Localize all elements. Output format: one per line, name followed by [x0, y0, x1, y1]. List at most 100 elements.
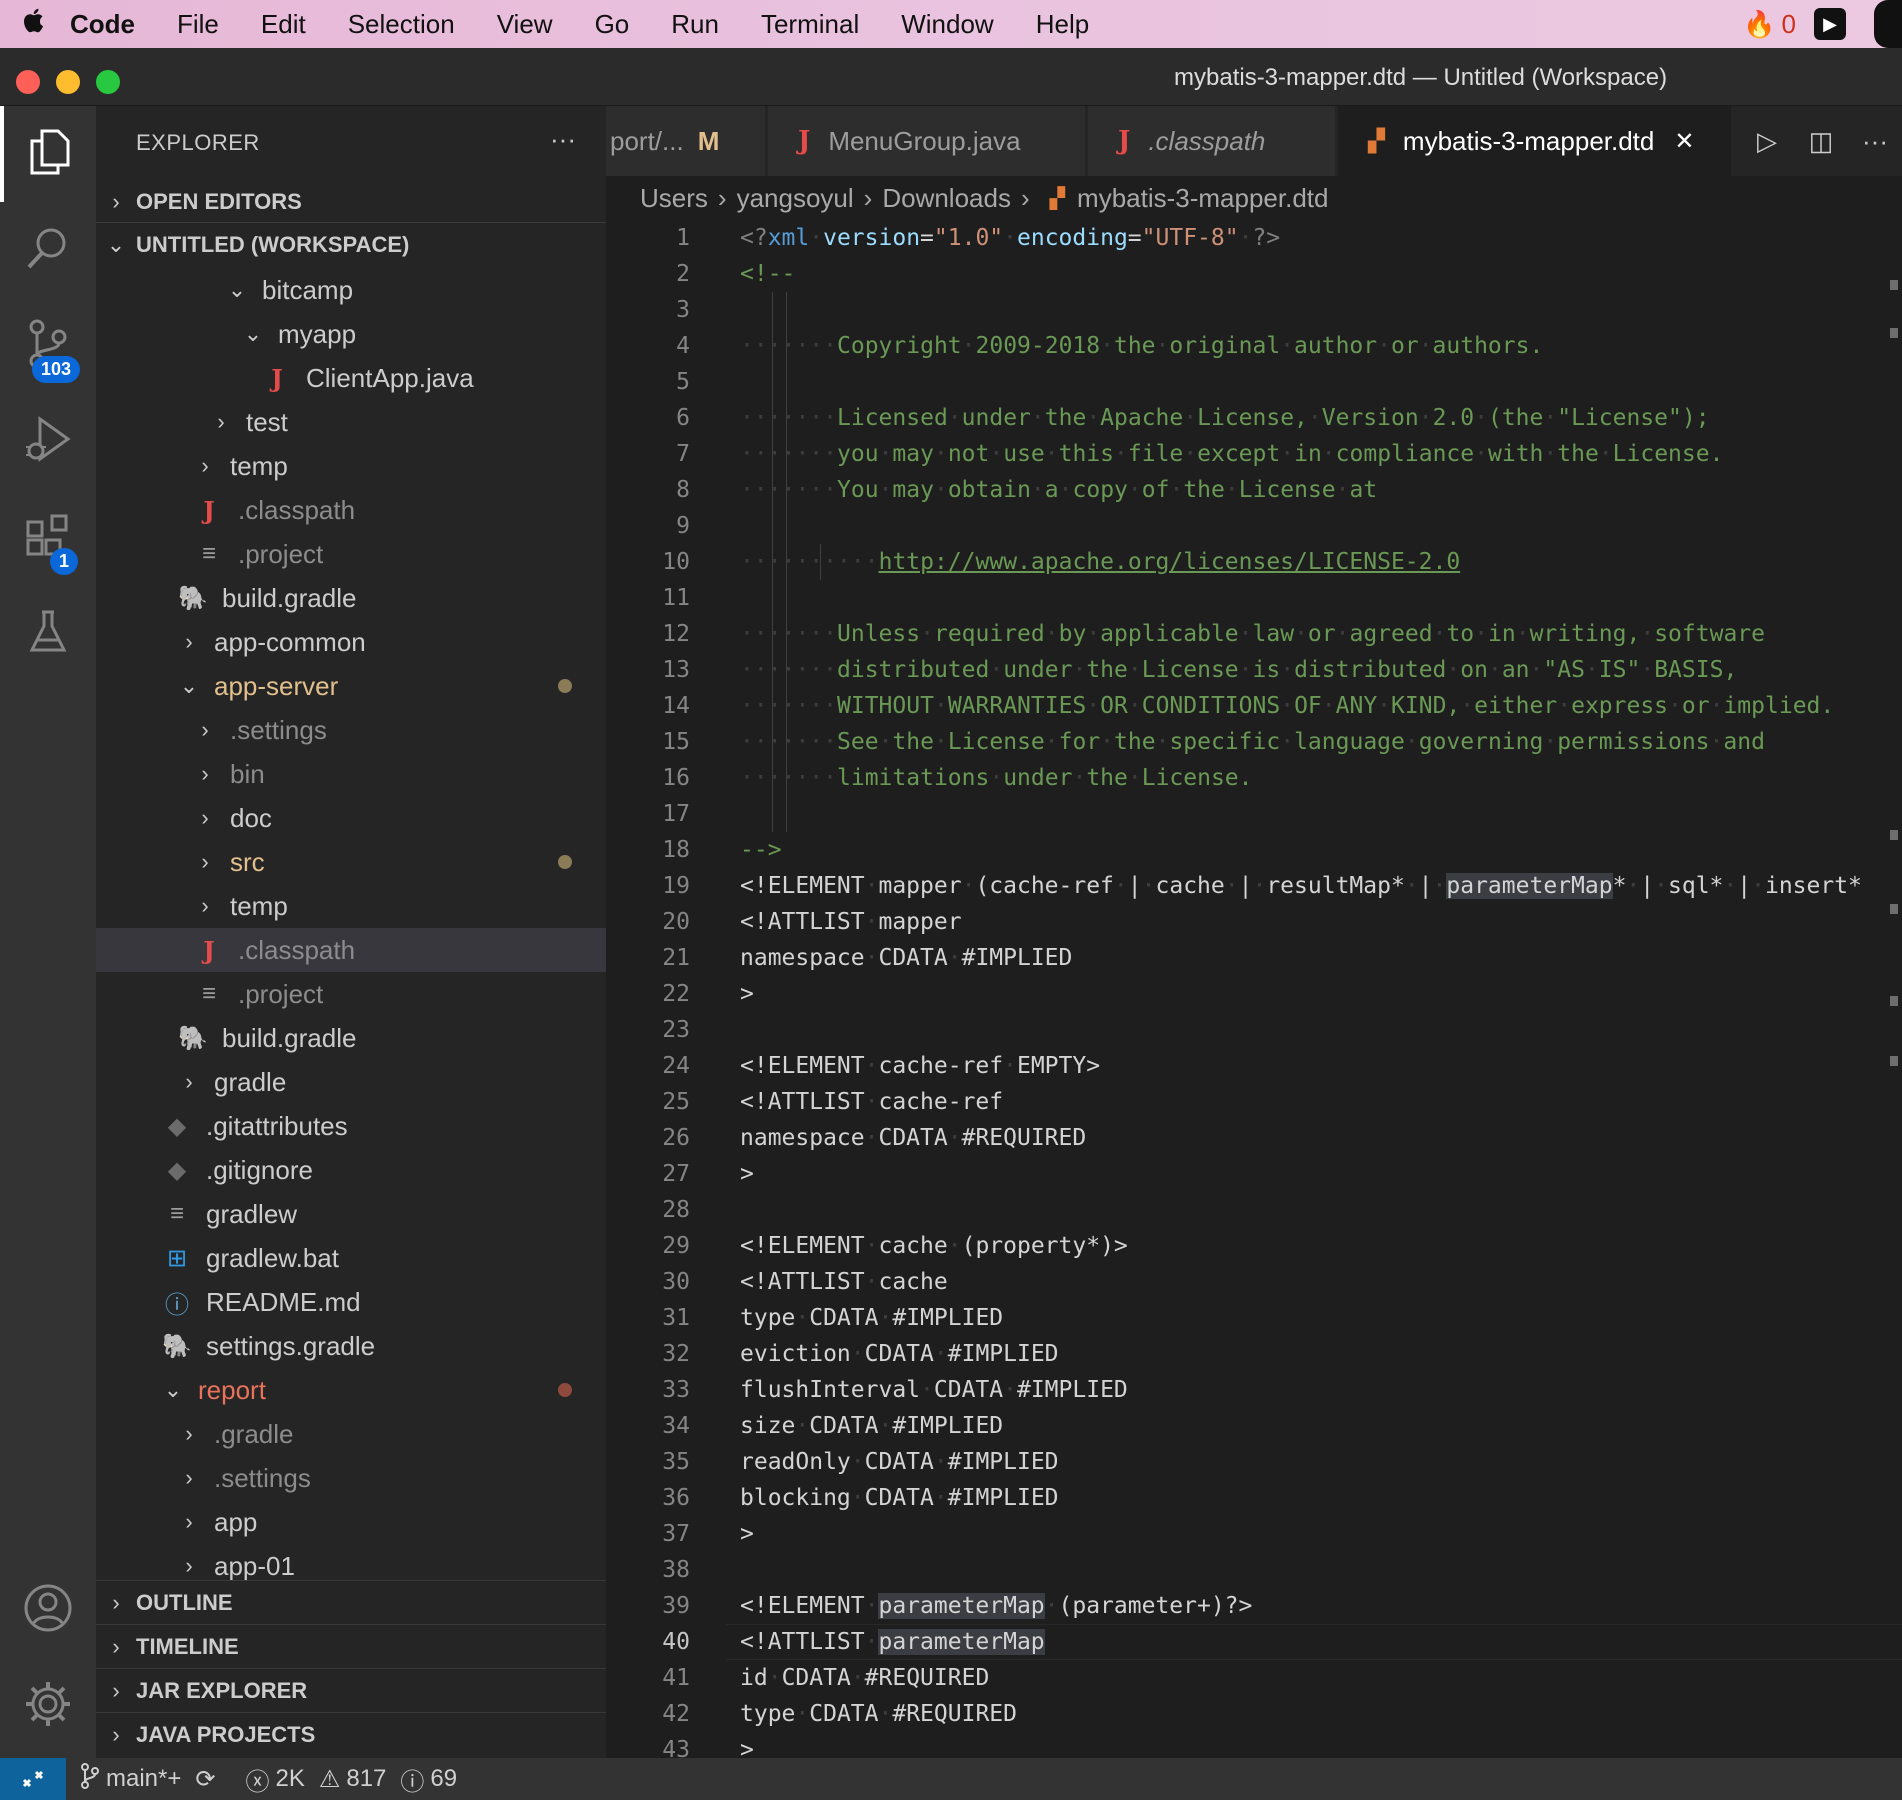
tab-menugroup-java[interactable]: J MenuGroup.java [768, 106, 1086, 176]
tree-item-label: .project [238, 978, 324, 1009]
tree-item[interactable]: ⊞ gradlew.bat [96, 1236, 606, 1280]
tree-item[interactable]: › src [96, 840, 606, 884]
chevron-right-icon: › [201, 893, 209, 918]
run-icon[interactable]: ▷ [1740, 126, 1794, 157]
chevron-right-icon: › [112, 1589, 120, 1615]
tree-item[interactable]: ⌄ report [96, 1368, 606, 1412]
tree-item[interactable]: ≡ .project [96, 972, 606, 1016]
tree-item[interactable]: › temp [96, 884, 606, 928]
tree-item-label: .settings [230, 714, 327, 745]
tab-mybatis-dtd[interactable]: ▞ mybatis-3-mapper.dtd ✕ [1338, 106, 1732, 176]
code-line: ··········http://www.apache.org/licenses… [740, 549, 1461, 575]
code-line: flushInterval·CDATA·#IMPLIED [740, 1377, 1128, 1403]
tree-item[interactable]: › .gradle [96, 1412, 606, 1456]
tree-item[interactable]: › .settings [96, 1456, 606, 1500]
menubar-extra-icon[interactable] [1874, 0, 1902, 48]
code-line: ·······You·may·obtain·a·copy·of·the·Lice… [740, 477, 1378, 503]
line-number: 34 [662, 1413, 690, 1439]
gradle-file-icon: 🐘 [178, 1024, 208, 1052]
tree-item[interactable]: J ClientApp.java [96, 356, 606, 400]
menu-selection[interactable]: Selection [348, 9, 455, 40]
code-line: ·······See·the·License·for·the·specific·… [740, 729, 1765, 755]
info-count[interactable]: 69 [430, 1765, 457, 1793]
tree-item[interactable]: › temp [96, 444, 606, 488]
split-editor-icon[interactable]: ◫ [1794, 126, 1848, 157]
line-number: 7 [676, 441, 690, 467]
gradle-file-icon: 🐘 [178, 584, 208, 612]
more-actions-icon[interactable]: ··· [1848, 126, 1902, 157]
tree-item[interactable]: ⌄ bitcamp [96, 268, 606, 312]
menu-window[interactable]: Window [901, 9, 993, 40]
tree-item[interactable]: ⌄ app-server [96, 664, 606, 708]
menu-help[interactable]: Help [1036, 9, 1089, 40]
breadcrumb-item[interactable]: mybatis-3-mapper.dtd [1077, 183, 1328, 214]
play-status-icon[interactable]: ▶ [1814, 8, 1846, 40]
tree-item[interactable]: ⓘ README.md [96, 1280, 606, 1324]
breadcrumb-item[interactable]: Users [640, 183, 708, 214]
tree-item[interactable]: › app-common [96, 620, 606, 664]
tree-item[interactable]: ◆ .gitignore [96, 1148, 606, 1192]
zoom-window-button[interactable] [96, 70, 120, 94]
close-window-button[interactable] [16, 70, 40, 94]
tree-item[interactable]: › gradle [96, 1060, 606, 1104]
tree-item[interactable]: J .classpath [96, 928, 606, 972]
gear-icon [23, 1679, 73, 1734]
minimize-window-button[interactable] [56, 70, 80, 94]
breadcrumb-item[interactable]: Downloads [882, 183, 1011, 214]
testing-activity[interactable] [0, 586, 96, 682]
extensions-activity[interactable]: 1 [0, 490, 96, 586]
outline-section[interactable]: › OUTLINE [96, 1580, 606, 1624]
manage-activity[interactable] [0, 1658, 96, 1754]
menu-view[interactable]: View [497, 9, 553, 40]
open-editors-section[interactable]: › OPEN EDITORS [96, 180, 606, 224]
tree-item[interactable]: › test [96, 400, 606, 444]
code-line: readOnly·CDATA·#IMPLIED [740, 1449, 1059, 1475]
source-control-activity[interactable]: 103 [0, 298, 96, 394]
tree-item[interactable]: ≡ .project [96, 532, 606, 576]
tree-item[interactable]: › .settings [96, 708, 606, 752]
run-debug-activity[interactable] [0, 394, 96, 490]
error-count[interactable]: 2K [275, 1765, 304, 1793]
sync-icon[interactable]: ⟳ [195, 1765, 215, 1794]
java-projects-section[interactable]: › JAVA PROJECTS [96, 1712, 606, 1756]
java-file-icon: J [203, 495, 215, 525]
accounts-activity[interactable] [0, 1562, 96, 1658]
tree-item[interactable]: › bin [96, 752, 606, 796]
branch-name[interactable]: main*+ [106, 1765, 181, 1793]
line-number: 2 [676, 261, 690, 287]
tree-item[interactable]: 🐘 build.gradle [96, 576, 606, 620]
tree-item[interactable]: ◆ .gitattributes [96, 1104, 606, 1148]
menu-file[interactable]: File [177, 9, 219, 40]
app-menu[interactable]: Code [70, 9, 135, 40]
chevron-down-icon: ⌄ [106, 231, 126, 257]
close-tab-button[interactable]: ✕ [1674, 127, 1694, 156]
tab-report[interactable]: port/... M [606, 106, 766, 176]
menu-edit[interactable]: Edit [261, 9, 306, 40]
tree-item[interactable]: › doc [96, 796, 606, 840]
tab-classpath[interactable]: J .classpath [1088, 106, 1336, 176]
jar-explorer-section[interactable]: › JAR EXPLORER [96, 1668, 606, 1712]
tree-item[interactable]: › app [96, 1500, 606, 1544]
tree-item[interactable]: 🐘 settings.gradle [96, 1324, 606, 1368]
timeline-section[interactable]: › TIMELINE [96, 1624, 606, 1668]
search-activity[interactable] [0, 202, 96, 298]
explorer-more-button[interactable]: ··· [550, 124, 576, 155]
tree-item[interactable]: J .classpath [96, 488, 606, 532]
tree-item-label: test [246, 406, 288, 437]
line-number: 31 [662, 1305, 690, 1331]
tree-item[interactable]: 🐘 build.gradle [96, 1016, 606, 1060]
apple-menu-icon[interactable] [0, 6, 70, 42]
breadcrumb-item[interactable]: yangsoyul [737, 183, 854, 214]
fire-status-item[interactable]: 🔥 0 [1743, 9, 1796, 40]
code-line: <!ATTLIST·cache-ref [740, 1089, 1004, 1115]
workspace-section[interactable]: ⌄ UNTITLED (WORKSPACE) [96, 222, 606, 266]
explorer-activity[interactable] [0, 106, 96, 202]
menu-run[interactable]: Run [671, 9, 719, 40]
tree-item[interactable]: ≡ gradlew [96, 1192, 606, 1236]
warning-count[interactable]: 817 [346, 1765, 386, 1793]
code-editor[interactable]: 1 2 3 4 5 6 7 8 9 10 11 12 13 14 15 16 17 18 19 20 21 22 23 24 2… [606, 220, 1902, 1758]
tree-item[interactable]: ⌄ myapp [96, 312, 606, 356]
menu-go[interactable]: Go [595, 9, 630, 40]
menu-terminal[interactable]: Terminal [761, 9, 859, 40]
remote-indicator-icon[interactable] [0, 1758, 66, 1800]
